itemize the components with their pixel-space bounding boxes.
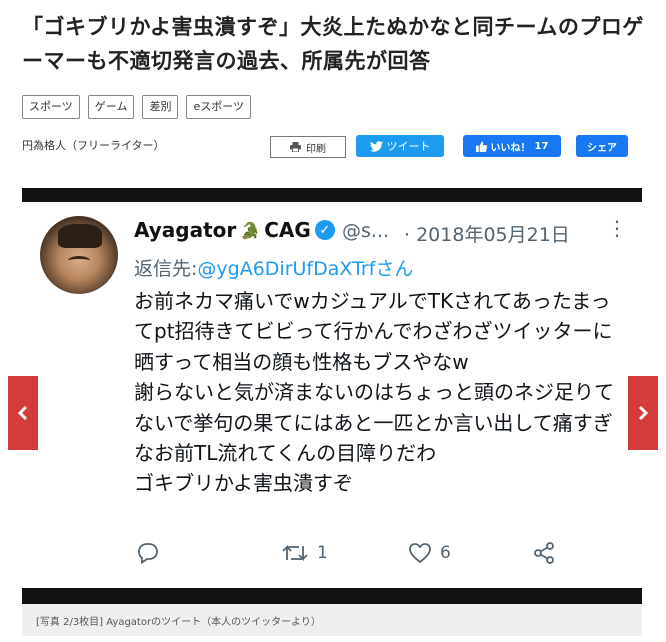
article-headline: 「ゴキブリかよ害虫潰すぞ」大炎上たぬかなと同チームのプロゲーマーも不適切発言の過… (22, 15, 644, 73)
tweet-author: Ayagator 🐊 CAG ✓ (134, 218, 335, 242)
tag-esports[interactable]: eスポーツ (186, 95, 252, 119)
reply-handle: @ygA6DirUfDaXTrf (197, 258, 376, 280)
reply-suffix: さん (375, 258, 414, 280)
tweet-label: ツイート (386, 140, 431, 153)
tag-discrimination[interactable]: 差別 (142, 95, 179, 119)
reply-icon (138, 543, 158, 564)
tweet-display-name: Ayagator (134, 218, 237, 242)
tweet-date: · 2018年05月21日 (404, 220, 570, 247)
tweet-body: お前ネカマ痛いでwカジュアルでTKされてあったまってpt招待きてビビって行かんで… (134, 289, 614, 496)
tweet-separator: · (404, 224, 411, 246)
like-count: 17 (534, 140, 549, 152)
like-action: 6 (408, 542, 451, 564)
chevron-left-icon (17, 405, 28, 421)
like-label: いいね！ (490, 142, 531, 154)
share-label: シェア (587, 142, 617, 154)
print-button[interactable]: 印刷 (270, 136, 346, 158)
tweet-reply-to: 返信先:@ygA6DirUfDaXTrfさん (134, 254, 413, 281)
facebook-like-button[interactable]: いいね！ 17 (463, 135, 561, 157)
chevron-right-icon (638, 405, 649, 421)
tag-game[interactable]: ゲーム (87, 95, 135, 119)
retweet-icon (282, 544, 308, 562)
retweet-action: 1 (281, 542, 328, 564)
printer-icon (290, 142, 301, 152)
avatar (40, 216, 118, 294)
reply-action (136, 542, 160, 564)
share-action (532, 542, 556, 564)
tweet-button[interactable]: ツイート (356, 135, 444, 157)
tweet-handle: @s... (342, 220, 390, 242)
gallery-prev-button[interactable] (8, 376, 38, 450)
tag-list: スポーツ ゲーム 差別 eスポーツ (22, 95, 252, 119)
reply-prefix: 返信先: (134, 258, 198, 280)
share-nodes-icon (534, 542, 554, 564)
photo-caption: [写真 2/3枚目] Ayagatorのツイート（本人のツイッターより） (22, 604, 642, 636)
print-label: 印刷 (306, 143, 326, 155)
verified-badge-icon: ✓ (314, 220, 335, 240)
author-name[interactable]: 円為格人（フリーライター） (22, 137, 165, 153)
heart-icon (409, 543, 431, 564)
tag-sports[interactable]: スポーツ (22, 95, 80, 119)
tweet-name-suffix: CAG (264, 218, 311, 242)
more-options-icon: ⋮ (607, 216, 627, 240)
tweet-actions: 1 6 (136, 542, 556, 572)
tweet-screenshot: Ayagator 🐊 CAG ✓ @s... · 2018年05月21日 ⋮ 返… (22, 202, 642, 588)
retweet-count: 1 (317, 543, 328, 563)
tweet-date-text: 2018年05月21日 (416, 224, 570, 246)
tweet-like-count: 6 (440, 543, 451, 563)
photo-gallery: Ayagator 🐊 CAG ✓ @s... · 2018年05月21日 ⋮ 返… (22, 188, 642, 604)
byline-row: 円為格人（フリーライター） 印刷 ツイート いいね！ 17 シェア (22, 134, 632, 160)
crocodile-icon: 🐊 (240, 220, 261, 240)
twitter-bird-icon (369, 140, 383, 152)
gallery-next-button[interactable] (628, 376, 658, 450)
thumbs-up-icon (475, 140, 487, 152)
facebook-share-button[interactable]: シェア (576, 135, 628, 157)
